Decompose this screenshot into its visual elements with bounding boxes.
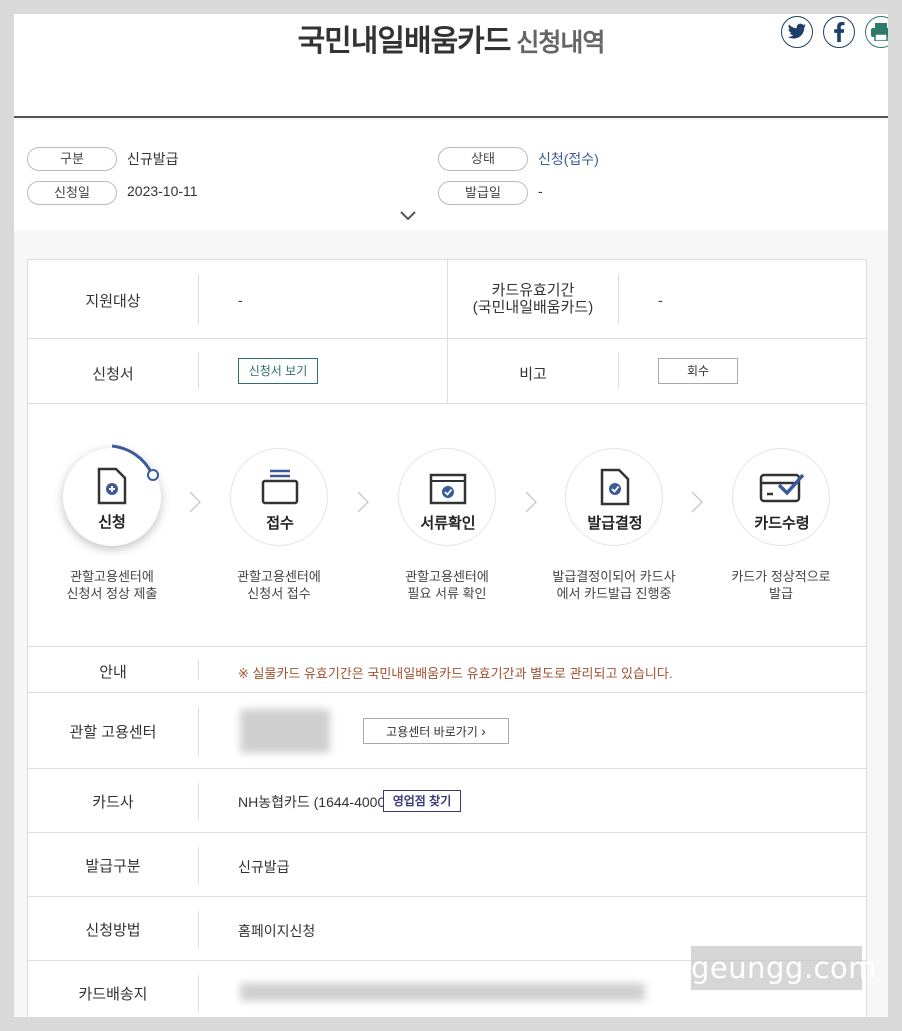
issue-type-label: 발급구분 xyxy=(85,858,141,875)
delivery-label: 카드배송지 xyxy=(78,986,148,1003)
card-label: 카드사 xyxy=(92,794,134,811)
step-desc: 관할고용센터에 필요 서류 확인 xyxy=(405,569,489,601)
summary-panel: 구분 신규발급 신청일 2023-10-11 상태 신청(접수) 발급일 - xyxy=(14,120,888,230)
method-value: 홈페이지신청 xyxy=(238,923,316,939)
row-issue-type: 발급구분 신규발급 xyxy=(28,833,866,897)
page-frame: 국민내일배움카드 신청내역 구분 신규발급 신청일 2023-10-11 상태 신… xyxy=(14,14,888,1017)
card-value: NH농협카드 (1644-4000) xyxy=(238,794,390,810)
step-name: 발급결정 xyxy=(587,515,643,532)
divider xyxy=(198,353,199,389)
twitter-icon xyxy=(787,23,807,39)
chevron-right-icon: › xyxy=(481,723,486,739)
divider xyxy=(198,975,199,1011)
document-check-icon xyxy=(600,468,630,506)
step-desc: 관할고용센터에 신청서 접수 xyxy=(237,569,321,601)
withdraw-button[interactable]: 회수 xyxy=(658,358,738,384)
step-name: 서류확인 xyxy=(420,515,476,532)
twitter-share-button[interactable] xyxy=(781,16,813,48)
step-desc: 관할고용센터에 신청서 정상 제출 xyxy=(66,569,158,601)
step-desc: 카드가 정상적으로 발급 xyxy=(731,569,831,601)
step-name: 접수 xyxy=(266,515,294,532)
date-value: 2023-10-11 xyxy=(127,183,198,199)
step-receive: 접수 xyxy=(230,448,328,546)
facebook-share-button[interactable] xyxy=(823,16,855,48)
page-title: 국민내일배움카드 신청내역 xyxy=(14,16,888,60)
step-name: 신청 xyxy=(98,514,126,531)
row-target: 지원대상 - 카드유효기간 (국민내일배움카드) - xyxy=(28,260,866,339)
print-icon xyxy=(871,23,888,41)
chevron-down-icon[interactable] xyxy=(398,210,418,222)
method-label: 신청방법 xyxy=(85,922,141,939)
page-header: 국민내일배움카드 신청내역 xyxy=(14,14,888,118)
divider xyxy=(198,707,199,755)
divider xyxy=(198,847,199,883)
title-sub: 신청내역 xyxy=(516,29,605,57)
folder-check-icon xyxy=(429,473,467,505)
step-desc: 발급결정이되어 카드사 에서 카드발급 진행중 xyxy=(552,569,676,601)
watermark: geungg.com xyxy=(691,946,876,990)
row-form: 신청서 신청서 보기 비고 회수 xyxy=(28,339,866,404)
progress-steps: 신청 관할고용센터에 신청서 정상 제출 접수 관할고용센터에 신청서 접수 서류확… xyxy=(28,404,866,647)
chevron-right-icon xyxy=(525,491,538,513)
validity-value: - xyxy=(658,292,663,308)
step-name: 카드수령 xyxy=(754,515,810,532)
card-check-icon xyxy=(759,473,805,503)
date-pill: 신청일 xyxy=(27,181,117,205)
notice-text: ※ 실물카드 유효기간은 국민내일배움카드 유효기간과 별도로 관리되고 있습니… xyxy=(238,666,673,681)
status-pill: 상태 xyxy=(438,147,528,171)
redacted-address xyxy=(240,983,645,1001)
issue-type-value: 신규발급 xyxy=(238,859,290,875)
redacted-center-name xyxy=(240,709,330,753)
go-to-center-button[interactable]: 고용센터 바로가기 › xyxy=(363,718,509,744)
type-pill: 구분 xyxy=(27,147,117,171)
chevron-right-icon xyxy=(357,491,370,513)
type-value: 신규발급 xyxy=(127,151,179,167)
target-label: 지원대상 xyxy=(85,293,141,310)
divider xyxy=(198,274,199,324)
row-notice: 안내 ※ 실물카드 유효기간은 국민내일배움카드 유효기간과 별도로 관리되고 … xyxy=(28,648,866,693)
row-center: 관할 고용센터 고용센터 바로가기 › xyxy=(28,693,866,769)
divider xyxy=(618,353,619,389)
form-label: 신청서 xyxy=(92,366,134,383)
divider xyxy=(618,274,619,324)
divider xyxy=(198,911,199,947)
notice-label: 안내 xyxy=(99,664,127,681)
note-label: 비고 xyxy=(519,366,547,383)
detail-panel: 지원대상 - 카드유효기간 (국민내일배움카드) - 신청서 신청서 보기 비고… xyxy=(27,259,867,1017)
issue-date-value: - xyxy=(538,183,543,199)
step-card-receipt: 카드수령 xyxy=(732,448,830,546)
find-branch-button[interactable]: 영업점 찾기 xyxy=(383,790,461,812)
divider xyxy=(198,660,199,680)
row-card-company: 카드사 NH농협카드 (1644-4000) 영업점 찾기 xyxy=(28,769,866,833)
center-label: 관할 고용센터 xyxy=(69,724,157,741)
chevron-right-icon xyxy=(189,491,202,513)
facebook-icon xyxy=(834,22,845,42)
target-value: - xyxy=(238,292,243,308)
progress-arc xyxy=(111,444,159,481)
status-value: 신청(접수) xyxy=(538,151,599,167)
divider xyxy=(198,783,199,819)
tray-icon xyxy=(261,469,299,505)
step-decision: 발급결정 xyxy=(565,448,663,546)
validity-label: 카드유효기간 (국민내일배움카드) xyxy=(472,282,594,316)
issue-date-pill: 발급일 xyxy=(438,181,528,205)
title-main: 국민내일배움카드 xyxy=(297,25,512,58)
chevron-right-icon xyxy=(691,491,704,513)
view-form-button[interactable]: 신청서 보기 xyxy=(238,358,318,384)
step-docs: 서류확인 xyxy=(398,448,496,546)
